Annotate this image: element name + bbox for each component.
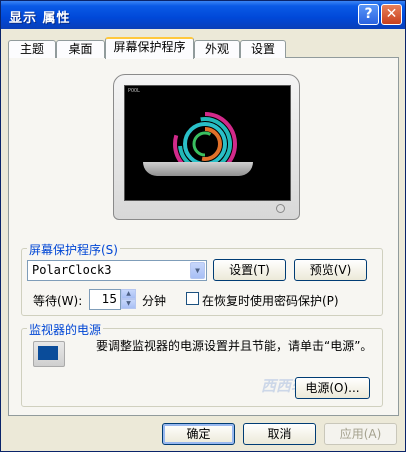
title-bar[interactable]: 显示 属性 ? ✕ xyxy=(1,1,405,29)
ok-button[interactable]: 确定 xyxy=(162,423,235,445)
wait-spinner[interactable]: ▲ ▼ xyxy=(121,289,136,310)
chevron-down-icon[interactable]: ▼ xyxy=(190,262,205,279)
screensaver-group-label: 屏幕保护程序(S) xyxy=(27,241,120,258)
power-group-label: 监视器的电源 xyxy=(27,321,104,338)
tab-themes[interactable]: 主题 xyxy=(8,40,56,58)
password-checkbox[interactable] xyxy=(186,292,199,305)
help-button[interactable]: ? xyxy=(358,4,379,25)
wait-minutes-input[interactable]: 15 xyxy=(89,289,121,310)
close-button[interactable]: ✕ xyxy=(381,4,402,25)
power-description: 要调整监视器的电源设置并且节能，请单击“电源”。 xyxy=(96,339,373,353)
spin-up-icon[interactable]: ▲ xyxy=(121,289,136,299)
power-led xyxy=(276,204,285,213)
tab-screensaver[interactable]: 屏幕保护程序 xyxy=(105,37,194,59)
password-label[interactable]: 在恢复时使用密码保护(P) xyxy=(202,292,339,309)
monitor-preview: POOL xyxy=(113,74,300,220)
polar-clock-preview xyxy=(173,112,237,176)
power-button[interactable]: 电源(O)... xyxy=(295,377,370,399)
screensaver-select[interactable]: PolarClock3 ▼ xyxy=(27,260,207,281)
settings-button[interactable]: 设置(T) xyxy=(213,259,286,281)
preview-screen: POOL xyxy=(124,85,291,201)
monitor-power-icon xyxy=(33,341,65,367)
help-icon: ? xyxy=(364,6,373,22)
apply-button[interactable]: 应用(A) xyxy=(324,423,397,445)
tab-settings[interactable]: 设置 xyxy=(240,40,286,58)
cancel-button[interactable]: 取消 xyxy=(243,423,316,445)
screensaver-select-value: PolarClock3 xyxy=(32,263,112,277)
preview-button[interactable]: 预览(V) xyxy=(294,259,367,281)
window-title: 显示 属性 xyxy=(9,11,71,26)
tab-desktop[interactable]: 桌面 xyxy=(56,40,105,58)
wait-label: 等待(W): xyxy=(33,294,83,308)
close-icon: ✕ xyxy=(385,6,398,22)
tab-appearance[interactable]: 外观 xyxy=(194,40,240,58)
display-properties-window: 显示 属性 ? ✕ 主题 桌面 屏幕保护程序 外观 设置 POOL 屏幕保护程序… xyxy=(0,0,406,452)
wait-unit-label: 分钟 xyxy=(142,294,167,308)
spin-down-icon[interactable]: ▼ xyxy=(121,299,136,309)
monitor-stand xyxy=(143,162,253,176)
